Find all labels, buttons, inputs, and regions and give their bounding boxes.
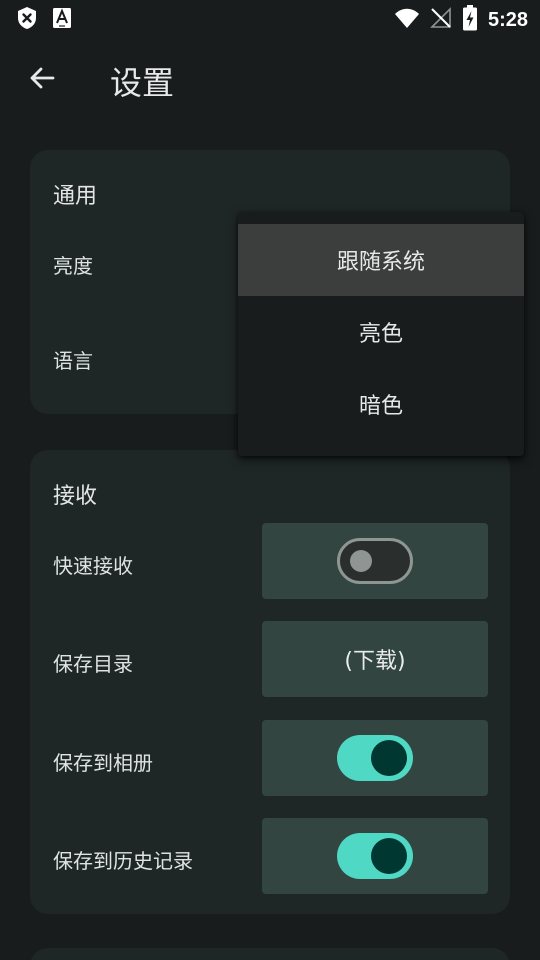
switch-knob xyxy=(350,550,372,572)
status-time: 5:28 xyxy=(487,8,528,31)
save-dir-label: 保存目录 xyxy=(53,652,133,676)
save-to-album-label: 保存到相册 xyxy=(53,751,153,775)
page-title: 设置 xyxy=(110,64,175,102)
menu-item-dark[interactable]: 暗色 xyxy=(238,368,524,440)
save-dir-value: (下载) xyxy=(344,649,406,674)
brightness-dropdown-menu: 跟随系统 亮色 暗色 xyxy=(238,212,524,456)
brightness-label: 亮度 xyxy=(53,254,93,278)
menu-item-light[interactable]: 亮色 xyxy=(238,296,524,368)
switch-knob xyxy=(371,740,407,776)
save-dir-button[interactable]: (下载) xyxy=(262,621,488,697)
shield-x-icon xyxy=(16,6,38,34)
section-title-general: 通用 xyxy=(53,184,98,209)
save-to-history-switch[interactable] xyxy=(337,833,413,879)
next-section xyxy=(30,948,510,960)
status-bar: 5:28 xyxy=(0,0,540,36)
receive-section: 接收 快速接收 保存目录 (下载) 保存到相册 保存到历史记录 xyxy=(30,450,510,914)
status-bar-left xyxy=(16,6,72,34)
status-bar-right: 5:28 xyxy=(394,5,528,35)
wifi-icon xyxy=(394,7,420,33)
language-label: 语言 xyxy=(53,349,93,373)
arrow-left-icon xyxy=(28,64,56,96)
quick-receive-toggle-box[interactable] xyxy=(262,523,488,599)
section-title-receive: 接收 xyxy=(53,484,98,509)
save-to-history-toggle-box[interactable] xyxy=(262,818,488,894)
quick-receive-switch[interactable] xyxy=(337,538,413,584)
save-to-album-switch[interactable] xyxy=(337,735,413,781)
menu-item-follow-system[interactable]: 跟随系统 xyxy=(238,224,524,296)
no-signal-icon xyxy=(430,7,452,33)
back-button[interactable] xyxy=(24,62,60,98)
quick-receive-label: 快速接收 xyxy=(53,554,133,578)
switch-knob xyxy=(371,838,407,874)
app-bar: 设置 xyxy=(0,44,540,116)
save-to-history-label: 保存到历史记录 xyxy=(53,849,193,873)
save-to-album-toggle-box[interactable] xyxy=(262,720,488,796)
battery-charging-icon xyxy=(462,5,478,35)
font-a-icon xyxy=(52,7,72,33)
settings-screen: 5:28 设置 通用 亮度 语言 接收 快速接收 保存目录 (下载) 保存到相册… xyxy=(0,0,540,960)
